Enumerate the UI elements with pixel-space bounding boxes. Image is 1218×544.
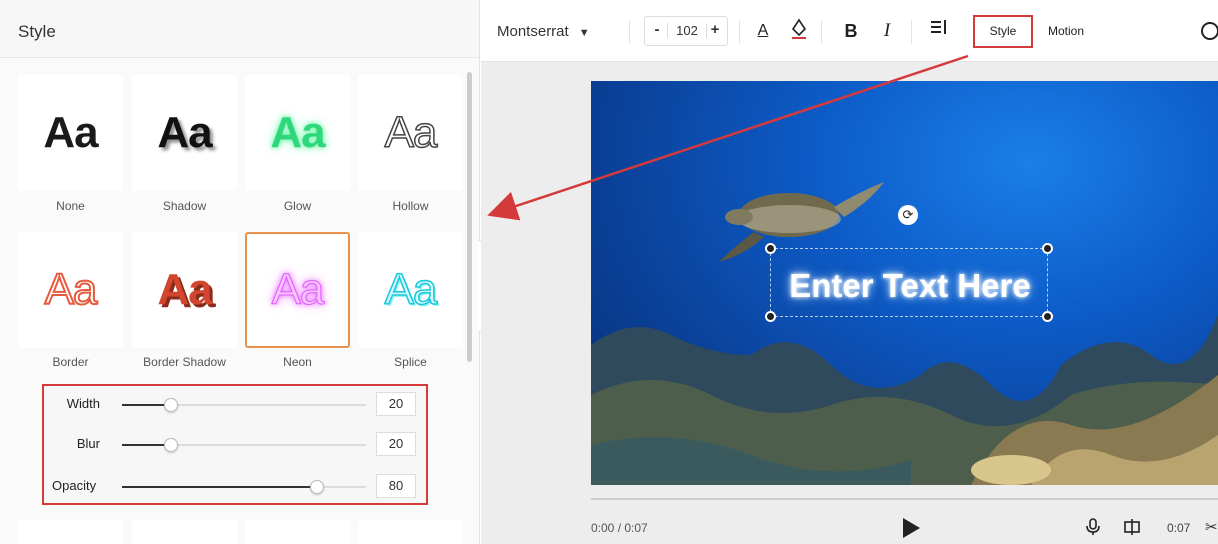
divider — [821, 20, 822, 44]
preview-border: Aa — [44, 264, 99, 315]
increase-size-button[interactable]: + — [707, 21, 723, 38]
card-label-none: None — [56, 199, 85, 213]
blur-value[interactable]: 20 — [376, 432, 416, 456]
preview-glow: Aa — [270, 108, 325, 157]
italic-button[interactable]: I — [875, 18, 899, 44]
panel-title: Style — [0, 0, 479, 58]
style-card[interactable] — [132, 520, 237, 544]
style-card[interactable] — [18, 520, 123, 544]
style-card-neon[interactable]: Aa — [245, 232, 350, 348]
font-size-input[interactable]: 102 — [667, 23, 707, 38]
resize-handle[interactable] — [1042, 311, 1053, 322]
style-card-hollow[interactable]: Aa — [358, 75, 463, 191]
video-canvas[interactable]: ⟳ Enter Text Here — [591, 81, 1218, 485]
card-label-shadow: Shadow — [162, 199, 207, 213]
microphone-icon[interactable] — [1086, 518, 1100, 541]
card-label-glow: Glow — [283, 199, 312, 213]
style-card-glow[interactable]: Aa — [245, 75, 350, 191]
opacity-knob[interactable] — [310, 480, 325, 494]
font-size-stepper: - 102 + — [644, 16, 728, 46]
style-button[interactable]: Style — [973, 15, 1033, 48]
slider-label-width: Width — [66, 396, 100, 411]
bold-button[interactable]: B — [839, 18, 863, 44]
font-select[interactable]: Montserrat ▼ — [497, 20, 590, 44]
width-value[interactable]: 20 — [376, 392, 416, 416]
editor-area: Montserrat ▼ - 102 + A B I Style Motion — [481, 0, 1218, 544]
split-icon[interactable] — [1123, 518, 1141, 541]
motion-button[interactable]: Motion — [1048, 15, 1084, 48]
chevron-down-icon: ▼ — [578, 27, 590, 39]
card-label-neon: Neon — [283, 355, 312, 369]
style-card-border[interactable]: Aa — [18, 232, 123, 348]
opacity-value[interactable]: 80 — [376, 474, 416, 498]
style-card-splice[interactable]: Aa — [358, 232, 463, 348]
preview-shadow: Aa — [157, 108, 212, 157]
card-label-hollow: Hollow — [392, 199, 429, 213]
neon-settings: Width 20 Blur 20 Opacity 80 — [42, 384, 428, 505]
playback-time: 0:00 / 0:07 — [591, 521, 648, 535]
slider-label-blur: Blur — [76, 436, 100, 451]
resize-handle[interactable] — [765, 243, 776, 254]
play-icon[interactable] — [903, 518, 920, 538]
width-knob[interactable] — [163, 398, 178, 412]
preview-neon: Aa — [271, 265, 325, 315]
font-name: Montserrat — [497, 23, 569, 40]
style-card-border-shadow[interactable]: Aa — [132, 232, 237, 348]
clock-icon[interactable] — [1201, 22, 1218, 40]
preview-hollow: Aa — [384, 107, 438, 158]
resize-handle[interactable] — [1042, 243, 1053, 254]
slider-label-opacity: Opacity — [52, 478, 97, 493]
align-icon[interactable] — [927, 18, 951, 44]
blur-track[interactable] — [122, 438, 366, 452]
style-panel: Style Aa None Aa Shadow Aa Glow Aa Hollo… — [0, 0, 480, 544]
text-toolbar: Montserrat ▼ - 102 + A B I Style Motion — [481, 0, 1218, 62]
scissors-icon[interactable]: ✂ — [1205, 518, 1218, 536]
text-selection-box[interactable]: Enter Text Here — [765, 243, 1053, 322]
slider-opacity: Opacity 80 — [44, 470, 426, 500]
resize-handle[interactable] — [765, 311, 776, 322]
card-label-border: Border — [52, 355, 89, 369]
preview-none: Aa — [43, 108, 98, 157]
divider — [911, 20, 912, 44]
preview-splice: Aa — [384, 264, 438, 315]
opacity-track[interactable] — [122, 480, 366, 494]
style-card[interactable] — [245, 520, 350, 544]
panel-scrollbar[interactable] — [467, 72, 472, 362]
card-label-border-shadow: Border Shadow — [143, 355, 226, 369]
style-card[interactable] — [358, 520, 463, 544]
divider — [629, 20, 630, 44]
end-time: 0:07 — [1167, 521, 1191, 535]
preview-border-shadow: Aa — [157, 265, 212, 314]
rotate-handle-icon[interactable]: ⟳ — [898, 205, 918, 225]
slider-blur: Blur 20 — [44, 428, 426, 458]
style-card-none[interactable]: Aa — [18, 75, 123, 191]
divider — [739, 20, 740, 44]
card-label-splice: Splice — [394, 355, 427, 369]
playback-progress-bar[interactable] — [591, 498, 1218, 500]
width-track[interactable] — [122, 398, 366, 412]
opacity-fill — [122, 486, 318, 488]
slider-width: Width 20 — [44, 388, 426, 418]
overlay-text[interactable]: Enter Text Here — [771, 267, 1049, 305]
decrease-size-button[interactable]: - — [649, 21, 665, 38]
blur-knob[interactable] — [163, 438, 178, 452]
highlight-color-icon[interactable] — [787, 18, 811, 44]
text-color-icon[interactable]: A — [751, 18, 775, 44]
style-card-shadow[interactable]: Aa — [132, 75, 237, 191]
